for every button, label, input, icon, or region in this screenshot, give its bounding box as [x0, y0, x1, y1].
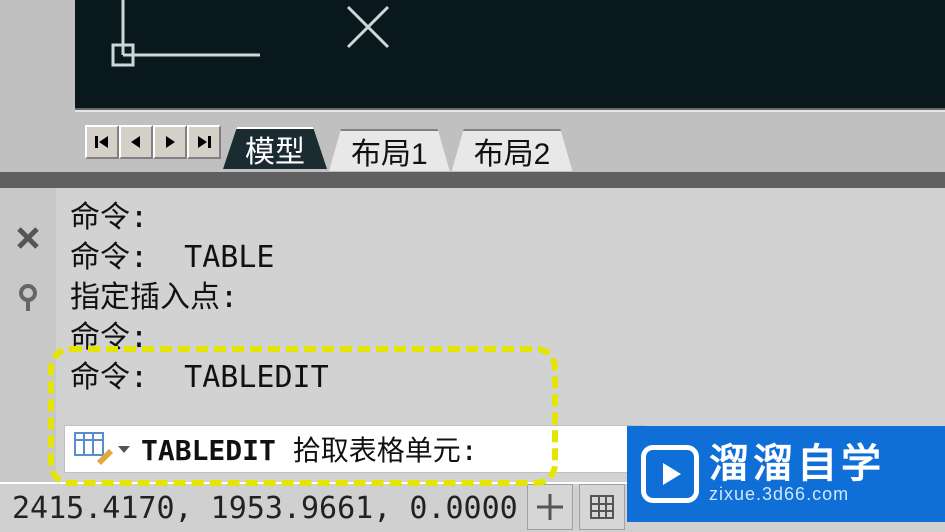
- history-line: 命令:: [70, 318, 931, 358]
- crosshair-cursor: [343, 2, 403, 62]
- command-input-text[interactable]: TABLEDIT 拾取表格单元:: [133, 429, 478, 469]
- tab-layout1[interactable]: 布局1: [329, 129, 450, 171]
- play-icon: [641, 445, 699, 503]
- command-icon: [71, 429, 115, 469]
- tab-nav-first[interactable]: [85, 125, 119, 159]
- status-tool-grid[interactable]: [579, 484, 625, 530]
- watermark-badge: 溜溜自学 zixue.3d66.com: [627, 426, 945, 522]
- watermark-title: 溜溜自学: [709, 444, 885, 484]
- command-name: TABLEDIT: [141, 434, 276, 467]
- tab-nav-next[interactable]: [153, 125, 187, 159]
- history-line: 指定插入点:: [70, 278, 931, 318]
- coordinates-readout: 2415.4170, 1953.9661, 0.0000: [12, 491, 518, 526]
- tab-layout2[interactable]: 布局2: [452, 129, 573, 171]
- tab-model[interactable]: 模型: [223, 127, 327, 169]
- command-rail: [0, 188, 56, 482]
- drawing-viewport[interactable]: [75, 0, 945, 110]
- options-button[interactable]: [8, 278, 48, 318]
- command-prompt: 拾取表格单元:: [276, 434, 478, 467]
- tab-nav-prev[interactable]: [119, 125, 153, 159]
- ucs-icon: [95, 5, 275, 75]
- watermark-subtitle: zixue.3d66.com: [709, 484, 885, 505]
- layout-tabs-row: 模型 布局1 布局2: [75, 110, 945, 172]
- status-tool-snap[interactable]: [527, 484, 573, 530]
- close-command-button[interactable]: [8, 218, 48, 258]
- history-line: 命令:: [70, 198, 931, 238]
- command-input-row[interactable]: TABLEDIT 拾取表格单元:: [64, 425, 645, 473]
- command-recent-dropdown[interactable]: [115, 429, 133, 469]
- history-line: 命令: TABLE: [70, 238, 931, 278]
- tab-nav-last[interactable]: [187, 125, 221, 159]
- history-line: 命令: TABLEDIT: [70, 358, 931, 398]
